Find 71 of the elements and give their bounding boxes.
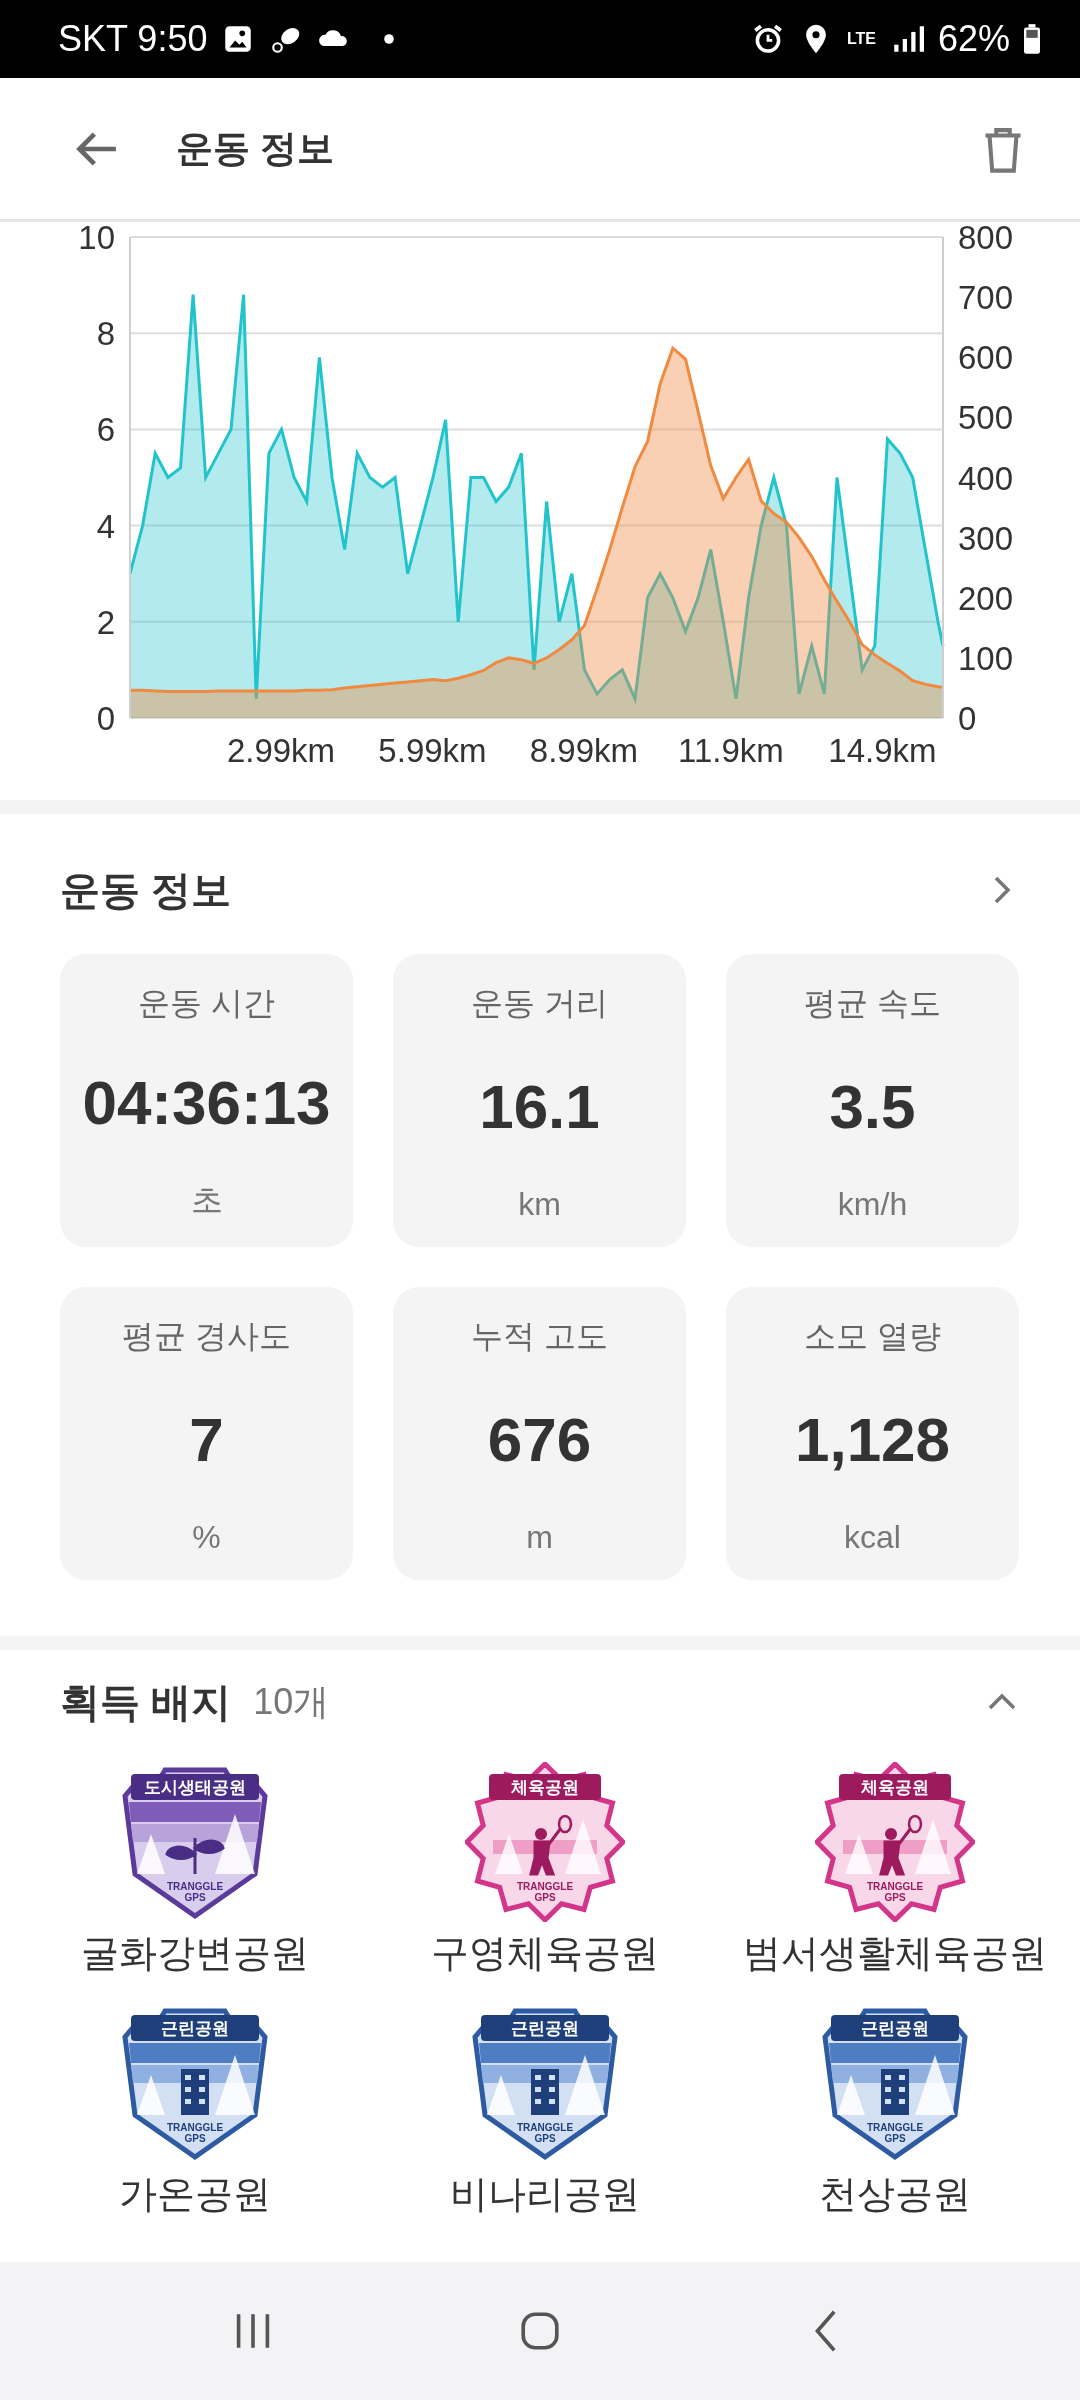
axis-label: 8.99km [529, 732, 639, 769]
badge-name: 천상공원 [819, 2172, 971, 2217]
axis-label: 700 [958, 279, 1014, 317]
stat-value: 1,128 [794, 1403, 951, 1475]
stat-label: 평균 속도 [804, 984, 941, 1023]
stat-value: 04:36:13 [82, 1067, 331, 1138]
stat-label: 운동 거리 [471, 984, 608, 1023]
badge-emblem-text: 근린공원 [161, 2019, 229, 2038]
status-time: SKT 9:50 [58, 18, 208, 60]
stat-value: 3.5 [829, 1070, 916, 1142]
stat-label: 누적 고도 [471, 1317, 608, 1356]
badge-emblem-text: 체육공원 [861, 1778, 929, 1797]
badge-emblem-text: 체육공원 [511, 1778, 579, 1797]
axis-label: 14.9km [828, 732, 937, 769]
axis-label: 100 [958, 639, 1014, 677]
battery-percent: 62% [937, 18, 1010, 60]
stat-value: 16.1 [479, 1070, 600, 1142]
badge-brand-text: TRANGGLE [866, 2122, 924, 2133]
badge-brand-text: TRANGGLE [516, 2122, 574, 2133]
badge-name: 비나리공원 [450, 2172, 640, 2217]
badge-name: 굴화강변공원 [81, 1931, 309, 1976]
stat-unit: 초 [190, 1181, 223, 1220]
badge-brand-text: GPS [184, 1892, 206, 1903]
badge-name: 범서생활체육공원 [743, 1931, 1047, 1976]
notification-dot-icon [383, 33, 396, 45]
stat-value: 7 [189, 1403, 224, 1475]
section-title: 획득 배지 [60, 1678, 232, 1726]
badge-brand-text: TRANGGLE [166, 2122, 224, 2133]
badge-emblem-text: 근린공원 [511, 2019, 579, 2038]
badge-brand-text: TRANGGLE [866, 1881, 924, 1892]
axis-label: 5.99km [378, 732, 487, 769]
axis-label: 800 [958, 222, 1014, 256]
badge-brand-text: GPS [534, 1892, 556, 1903]
badge-emblem-text: 도시생태공원 [144, 1778, 246, 1797]
badge-name: 가온공원 [119, 2172, 271, 2217]
axis-label: 11.9km [678, 732, 784, 769]
axis-label: 200 [958, 579, 1014, 617]
stat-label: 평균 경사도 [122, 1317, 291, 1356]
stat-unit: km [518, 1186, 561, 1223]
stat-unit: km/h [837, 1186, 908, 1223]
network-type: LTE [846, 30, 876, 48]
badge-brand-text: TRANGGLE [516, 1881, 574, 1892]
badge-name: 구영체육공원 [431, 1931, 659, 1976]
section-title: 운동 정보 [60, 866, 232, 914]
axis-label: 6 [96, 411, 115, 449]
badge-brand-text: GPS [884, 2133, 906, 2144]
axis-label: 8 [96, 315, 115, 353]
axis-label: 10 [78, 222, 115, 256]
badge-emblem-text: 근린공원 [861, 2019, 929, 2038]
badge-count: 10개 [253, 1679, 330, 1724]
axis-label: 600 [958, 339, 1014, 377]
stat-unit: % [192, 1519, 221, 1556]
axis-label: 300 [958, 519, 1014, 557]
axis-label: 0 [96, 700, 115, 737]
stat-unit: m [526, 1519, 553, 1556]
axis-label: 2.99km [226, 732, 336, 769]
badge-brand-text: GPS [184, 2133, 206, 2144]
axis-label: 2 [96, 603, 115, 641]
battery-icon [1024, 24, 1040, 54]
badge-brand-text: TRANGGLE [166, 1881, 224, 1892]
axis-label: 400 [958, 459, 1014, 497]
axis-label: 500 [958, 399, 1014, 437]
stat-value: 676 [487, 1403, 592, 1475]
badge-brand-text: GPS [884, 1892, 906, 1903]
stat-unit: kcal [844, 1519, 901, 1556]
badge-brand-text: GPS [534, 2133, 556, 2144]
axis-label: 4 [96, 507, 115, 545]
stat-label: 소모 열량 [804, 1317, 941, 1356]
axis-label: 0 [958, 700, 977, 737]
stat-label: 운동 시간 [138, 984, 275, 1023]
screen-title: 운동 정보 [176, 126, 335, 171]
